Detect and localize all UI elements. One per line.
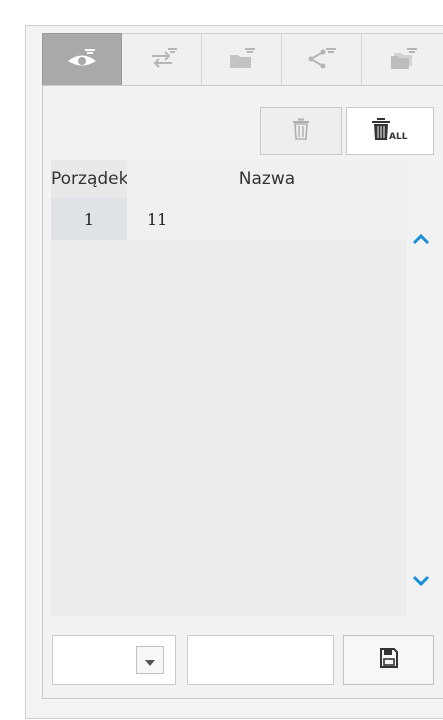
save-button[interactable] (343, 635, 434, 685)
caret-down-icon (145, 651, 155, 670)
trash-icon (289, 117, 313, 145)
chevron-down-icon (412, 572, 430, 591)
swap-icon (145, 46, 179, 74)
folder-icon (225, 46, 259, 74)
folder-stack-icon (386, 46, 420, 74)
trash-all-badge: ALL (389, 132, 408, 142)
column-header-order[interactable]: Porządek (51, 160, 127, 198)
tab-share[interactable] (282, 33, 362, 85)
column-header-name-label: Nazwa (238, 169, 296, 189)
row-order-cell: 1 (51, 198, 127, 240)
preset-select[interactable] (52, 635, 176, 685)
scroll-up-button[interactable] (408, 226, 434, 252)
row-name-cell: 11 (127, 198, 407, 240)
table-row[interactable]: 1 11 (51, 198, 407, 240)
preset-list: 1 11 (51, 198, 407, 616)
column-header-name[interactable]: Nazwa (127, 160, 407, 198)
floppy-disk-icon (379, 648, 398, 672)
chevron-up-icon (412, 230, 430, 249)
trash-all-icon: ALL (370, 116, 410, 146)
tab-bar (42, 33, 443, 85)
dropdown-arrow-button[interactable] (136, 646, 164, 674)
tab-swap[interactable] (122, 33, 202, 85)
scroll-down-button[interactable] (408, 568, 434, 594)
tab-folder-stack[interactable] (362, 33, 443, 85)
delete-button[interactable] (260, 107, 342, 155)
tab-eye[interactable] (42, 33, 122, 85)
eye-icon (65, 46, 99, 74)
preset-name-input[interactable] (187, 635, 334, 685)
tab-folder[interactable] (202, 33, 282, 85)
column-header-order-label: Porządek (51, 169, 127, 189)
share-icon (305, 46, 339, 74)
delete-all-button[interactable]: ALL (346, 107, 434, 155)
